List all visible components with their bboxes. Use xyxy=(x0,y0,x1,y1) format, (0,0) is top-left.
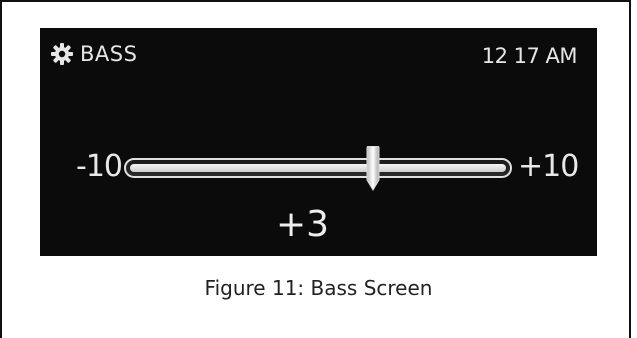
slider-max-label: +10 xyxy=(518,149,579,184)
bass-value: +3 xyxy=(276,204,330,245)
bass-slider-track[interactable] xyxy=(124,158,512,178)
clock: 12 17 AM xyxy=(481,44,578,68)
figure-caption: Figure 11: Bass Screen xyxy=(204,276,433,300)
slider-min-label: -10 xyxy=(76,149,123,184)
slider-track-fill xyxy=(130,164,506,172)
bass-screen: BASS 12 17 AM -10 +10 +3 xyxy=(40,28,597,256)
gear-icon[interactable] xyxy=(50,42,74,66)
screen-title: BASS xyxy=(80,42,138,66)
status-bar-left: BASS xyxy=(50,42,137,66)
bass-slider-thumb[interactable] xyxy=(364,146,382,192)
